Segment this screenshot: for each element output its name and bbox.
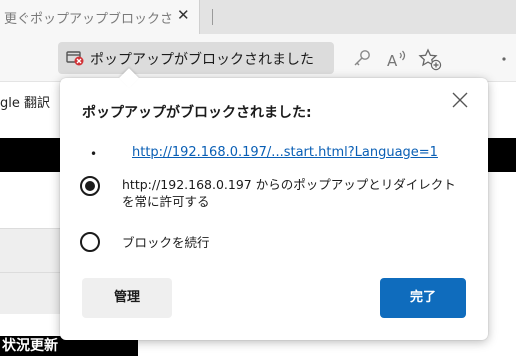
tab-title: 更ぐポップアップブロックされ [4,12,172,27]
browser-toolbar: ポップアップがブロックされました A [0,34,516,82]
add-favorite-icon[interactable] [418,47,442,71]
popup-blocked-dialog: ポップアップがブロックされました: • http://192.168.0.197… [60,68,488,340]
svg-text:A: A [387,52,398,70]
done-button[interactable]: 完了 [380,278,466,318]
popup-blocked-label: ポップアップがブロックされました [90,52,314,68]
read-aloud-icon[interactable]: A [384,47,408,71]
keep-blocking-radio[interactable] [80,232,100,252]
close-icon[interactable] [450,90,470,110]
browser-tab[interactable]: 更ぐポップアップブロックされ ✕ [0,0,200,34]
list-bullet: • [90,147,98,161]
radio-selected-dot [85,181,95,191]
more-icon[interactable] [496,47,516,71]
key-icon[interactable] [350,47,374,71]
allow-popups-label: http://192.168.0.197 からのポップアップとリダイレクトを常に… [122,177,456,209]
popup-blocked-icon [66,51,84,66]
tab-close-icon[interactable]: ✕ [177,6,190,24]
tab-separator [212,9,213,25]
blocked-popup-link[interactable]: http://192.168.0.197/...start.html?Langu… [132,145,438,160]
tab-strip: 更ぐポップアップブロックされ ✕ [0,0,516,34]
popup-blocked-indicator[interactable]: ポップアップがブロックされました [58,42,334,74]
allow-popups-option[interactable]: http://192.168.0.197 からのポップアップとリダイレクトを常に… [80,176,470,216]
manage-button[interactable]: 管理 [82,278,172,318]
page-translate-text: gle 翻訳 [0,96,50,111]
keep-blocking-option[interactable]: ブロックを続行 [80,232,470,254]
dialog-title: ポップアップがブロックされました: [82,105,312,121]
allow-popups-radio[interactable] [80,176,100,196]
keep-blocking-label: ブロックを続行 [122,235,210,250]
